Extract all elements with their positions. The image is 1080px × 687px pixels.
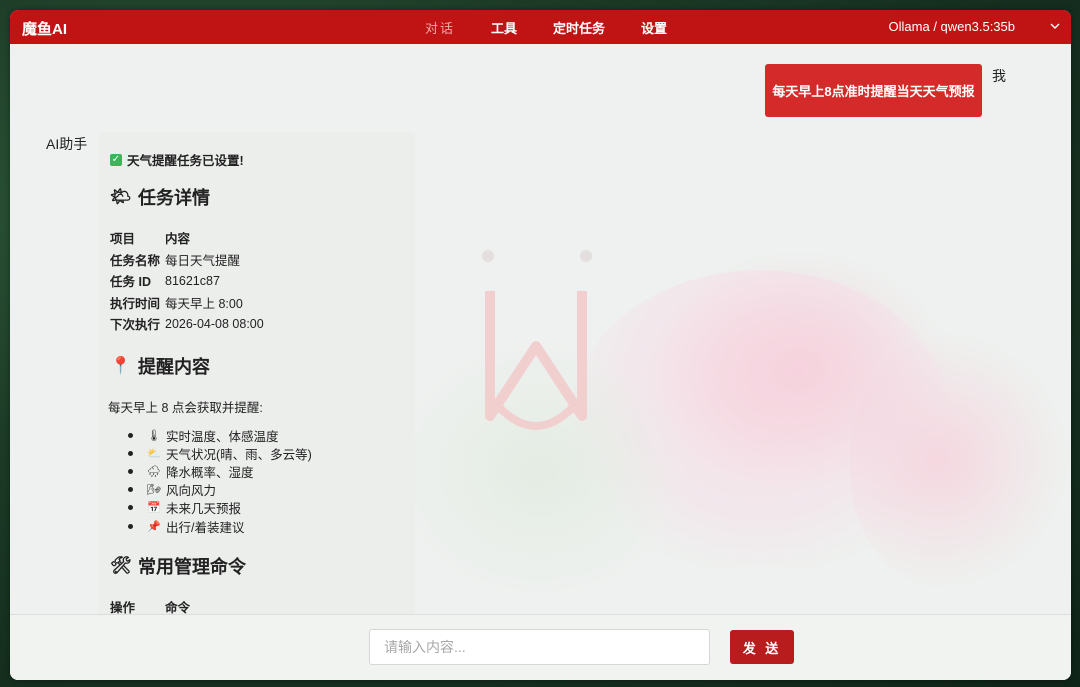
list-item-text: 未来几天预报 [166, 502, 242, 517]
table-header: 操作 [110, 601, 136, 614]
composer-bar: 发 送 [10, 614, 1071, 680]
status-line: ✓ 天气提醒任务已设置! [110, 150, 244, 169]
chevron-down-icon[interactable] [1049, 20, 1061, 32]
ai-label: AI助手 [46, 136, 88, 152]
send-button[interactable]: 发 送 [730, 630, 794, 664]
table-row: 下次执行 2026-04-08 08:00 [110, 313, 264, 335]
calendar-icon: 📅 [147, 502, 161, 515]
list-item-text: 风向风力 [166, 484, 217, 499]
reminder-list: 🌡 实时温度、体感温度 ⛅ 天气状况(晴、雨、多云等) 🌧 降水概率、湿度 🌬 风向风力… [128, 426, 312, 535]
nav-tab-tools[interactable]: 工具 [491, 18, 517, 37]
message-input[interactable] [369, 629, 710, 665]
chat-area[interactable]: 每天早上8点准时提醒当天天气预报 我 AI助手 ✓ 天气提醒任务已设置! 🌤 任… [10, 44, 1071, 614]
rain-icon: 🌧 [147, 465, 161, 478]
wind-icon: 🌬 [147, 484, 161, 497]
user-message-bubble: 每天早上8点准时提醒当天天气预报 [765, 64, 982, 117]
table-header: 项目 [110, 232, 136, 247]
section-title: 任务详情 [138, 188, 210, 208]
table-row: 任务名称 每日天气提醒 [110, 249, 264, 271]
table-cell: 任务名称 [110, 253, 161, 268]
task-details-table: 项目 内容 任务名称 每日天气提醒 任务 ID 81621c87 执行时间 每天… [110, 227, 264, 335]
table-header: 内容 [165, 232, 191, 247]
list-item: 🌬 风向风力 [128, 481, 312, 499]
table-row: 任务 ID 81621c87 [110, 270, 264, 292]
table-cell: 81621c87 [165, 273, 220, 288]
nav-tab-settings[interactable]: 设置 [641, 18, 667, 37]
table-header: 命令 [165, 601, 191, 614]
app-logo: 魔鱼AI [22, 21, 68, 38]
pushpin-icon: 📌 [147, 520, 161, 533]
table-cell: 每天早上 8:00 [165, 296, 243, 311]
table-header-row: 操作 命令 [110, 596, 190, 614]
status-text: 天气提醒任务已设置! [127, 154, 244, 168]
intro-text: 每天早上 8 点会获取并提醒: [108, 401, 263, 415]
table-row: 执行时间 每天早上 8:00 [110, 292, 264, 314]
list-item: 📌 出行/着装建议 [128, 517, 312, 535]
section-title: 常用管理命令 [138, 557, 246, 577]
nav-tab-chat[interactable]: 对话 [425, 18, 455, 37]
list-item: 📅 未来几天预报 [128, 499, 312, 517]
table-cell: 任务 ID [110, 275, 151, 290]
section-title: 提醒内容 [138, 357, 210, 377]
list-item: 🌡 实时温度、体感温度 [128, 426, 312, 444]
table-cell: 每日天气提醒 [165, 253, 241, 268]
weather-icon: ⛅ [147, 447, 161, 460]
table-header-row: 项目 内容 [110, 227, 264, 249]
top-navigation-bar: 魔鱼AI 对话 工具 定时任务 设置 Ollama / qwen3.5:35b [10, 10, 1071, 44]
pin-icon: 📍 [110, 356, 132, 375]
list-item: ⛅ 天气状况(晴、雨、多云等) [128, 444, 312, 462]
main-nav: 对话 工具 定时任务 设置 [425, 10, 667, 44]
list-item-text: 实时温度、体感温度 [166, 429, 279, 444]
section-heading-commands: 🛠 常用管理命令 [110, 553, 246, 579]
table-cell: 2026-04-08 08:00 [165, 316, 264, 331]
section-heading-details: 🌤 任务详情 [110, 184, 210, 210]
table-cell: 执行时间 [110, 296, 161, 311]
thermometer-icon: 🌡 [147, 429, 161, 442]
list-item-text: 出行/着装建议 [166, 520, 245, 535]
list-item: 🌧 降水概率、湿度 [128, 462, 312, 480]
user-label: 我 [992, 68, 1006, 84]
app-window: 魔鱼AI 对话 工具 定时任务 设置 Ollama / qwen3.5:35b … [10, 10, 1071, 680]
sun-cloud-icon: 🌤 [110, 187, 132, 206]
model-select[interactable]: Ollama / qwen3.5:35b [889, 19, 1015, 34]
list-item-text: 降水概率、湿度 [166, 465, 254, 480]
ai-message-card: ✓ 天气提醒任务已设置! 🌤 任务详情 项目 内容 任务名称 每日天气提醒 任务… [98, 132, 415, 614]
nav-tab-scheduled-tasks[interactable]: 定时任务 [553, 18, 605, 37]
table-cell: 下次执行 [110, 318, 161, 333]
tools-icon: 🛠 [110, 556, 132, 575]
check-icon: ✓ [110, 153, 122, 166]
list-item-text: 天气状况(晴、雨、多云等) [166, 447, 312, 462]
commands-table: 操作 命令 [110, 596, 190, 614]
section-heading-content: 📍 提醒内容 [110, 353, 210, 379]
